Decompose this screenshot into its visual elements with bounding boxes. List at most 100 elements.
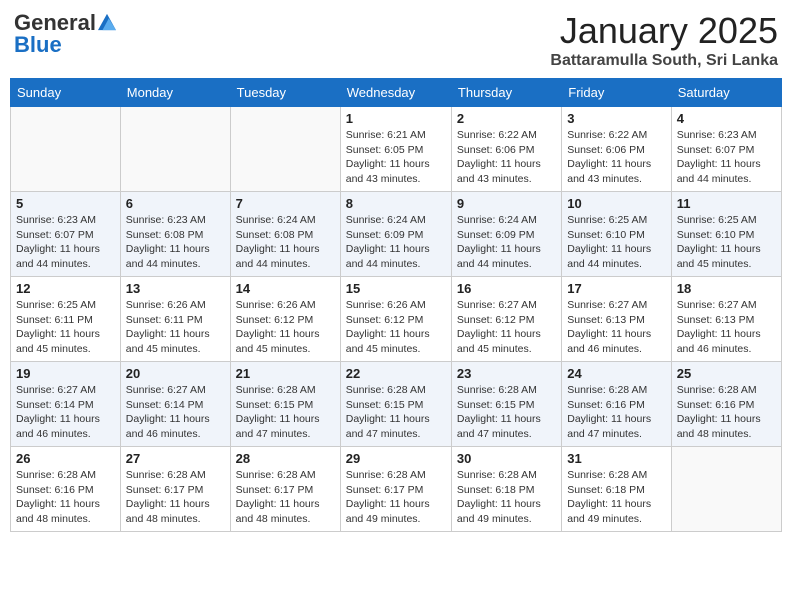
weekday-header-row: SundayMondayTuesdayWednesdayThursdayFrid… <box>11 79 782 107</box>
day-info: Sunrise: 6:27 AMSunset: 6:12 PMDaylight:… <box>457 298 556 357</box>
calendar-cell: 6 Sunrise: 6:23 AMSunset: 6:08 PMDaylight… <box>120 192 230 277</box>
calendar-cell: 19 Sunrise: 6:27 AMSunset: 6:14 PMDayligh… <box>11 362 121 447</box>
day-number: 31 <box>567 451 665 466</box>
day-number: 1 <box>346 111 446 126</box>
day-number: 28 <box>236 451 335 466</box>
calendar-cell: 26 Sunrise: 6:28 AMSunset: 6:16 PMDayligh… <box>11 447 121 532</box>
calendar-week-row: 12 Sunrise: 6:25 AMSunset: 6:11 PMDayligh… <box>11 277 782 362</box>
calendar-cell: 5 Sunrise: 6:23 AMSunset: 6:07 PMDaylight… <box>11 192 121 277</box>
day-info: Sunrise: 6:28 AMSunset: 6:17 PMDaylight:… <box>346 468 446 527</box>
day-number: 8 <box>346 196 446 211</box>
calendar-cell: 7 Sunrise: 6:24 AMSunset: 6:08 PMDaylight… <box>230 192 340 277</box>
calendar-cell: 23 Sunrise: 6:28 AMSunset: 6:15 PMDayligh… <box>451 362 561 447</box>
location-title: Battaramulla South, Sri Lanka <box>550 52 778 70</box>
logo: General Blue <box>14 10 116 58</box>
calendar-cell: 25Sunrise: 6:28 AMSunset: 6:16 PMDayligh… <box>671 362 781 447</box>
calendar-cell: 14 Sunrise: 6:26 AMSunset: 6:12 PMDayligh… <box>230 277 340 362</box>
day-number: 29 <box>346 451 446 466</box>
calendar-cell: 18 Sunrise: 6:27 AMSunset: 6:13 PMDayligh… <box>671 277 781 362</box>
day-info: Sunrise: 6:25 AMSunset: 6:11 PMDaylight:… <box>16 298 115 357</box>
day-number: 13 <box>126 281 225 296</box>
day-info: Sunrise: 6:24 AMSunset: 6:08 PMDaylight:… <box>236 213 335 272</box>
day-info: Sunrise: 6:23 AMSunset: 6:07 PMDaylight:… <box>16 213 115 272</box>
weekday-header-saturday: Saturday <box>671 79 781 107</box>
calendar-week-row: 19 Sunrise: 6:27 AMSunset: 6:14 PMDayligh… <box>11 362 782 447</box>
calendar-cell: 13 Sunrise: 6:26 AMSunset: 6:11 PMDayligh… <box>120 277 230 362</box>
calendar-week-row: 1Sunrise: 6:21 AMSunset: 6:05 PMDaylight… <box>11 107 782 192</box>
day-number: 17 <box>567 281 665 296</box>
day-number: 22 <box>346 366 446 381</box>
calendar-cell: 9 Sunrise: 6:24 AMSunset: 6:09 PMDaylight… <box>451 192 561 277</box>
day-number: 7 <box>236 196 335 211</box>
day-info: Sunrise: 6:28 AMSunset: 6:16 PMDaylight:… <box>567 383 665 442</box>
day-number: 26 <box>16 451 115 466</box>
day-info: Sunrise: 6:27 AMSunset: 6:14 PMDaylight:… <box>16 383 115 442</box>
calendar-cell: 10Sunrise: 6:25 AMSunset: 6:10 PMDayligh… <box>562 192 671 277</box>
day-info: Sunrise: 6:27 AMSunset: 6:14 PMDaylight:… <box>126 383 225 442</box>
calendar-cell: 27Sunrise: 6:28 AMSunset: 6:17 PMDayligh… <box>120 447 230 532</box>
day-number: 24 <box>567 366 665 381</box>
day-info: Sunrise: 6:22 AMSunset: 6:06 PMDaylight:… <box>567 128 665 187</box>
calendar-table: SundayMondayTuesdayWednesdayThursdayFrid… <box>10 78 782 532</box>
day-number: 30 <box>457 451 556 466</box>
day-info: Sunrise: 6:27 AMSunset: 6:13 PMDaylight:… <box>677 298 776 357</box>
page-header: General Blue January 2025 Battaramulla S… <box>10 10 782 70</box>
day-number: 16 <box>457 281 556 296</box>
day-number: 23 <box>457 366 556 381</box>
weekday-header-friday: Friday <box>562 79 671 107</box>
calendar-cell <box>671 447 781 532</box>
day-info: Sunrise: 6:28 AMSunset: 6:16 PMDaylight:… <box>16 468 115 527</box>
logo-blue-text: Blue <box>14 32 62 58</box>
day-info: Sunrise: 6:28 AMSunset: 6:15 PMDaylight:… <box>236 383 335 442</box>
weekday-header-sunday: Sunday <box>11 79 121 107</box>
calendar-cell: 4 Sunrise: 6:23 AMSunset: 6:07 PMDaylight… <box>671 107 781 192</box>
logo-icon <box>98 13 116 31</box>
day-info: Sunrise: 6:28 AMSunset: 6:18 PMDaylight:… <box>457 468 556 527</box>
weekday-header-tuesday: Tuesday <box>230 79 340 107</box>
day-info: Sunrise: 6:26 AMSunset: 6:12 PMDaylight:… <box>236 298 335 357</box>
calendar-cell <box>120 107 230 192</box>
day-info: Sunrise: 6:23 AMSunset: 6:08 PMDaylight:… <box>126 213 225 272</box>
day-number: 25 <box>677 366 776 381</box>
day-info: Sunrise: 6:26 AMSunset: 6:12 PMDaylight:… <box>346 298 446 357</box>
calendar-cell: 15 Sunrise: 6:26 AMSunset: 6:12 PMDayligh… <box>340 277 451 362</box>
day-info: Sunrise: 6:26 AMSunset: 6:11 PMDaylight:… <box>126 298 225 357</box>
calendar-cell: 20 Sunrise: 6:27 AMSunset: 6:14 PMDayligh… <box>120 362 230 447</box>
day-number: 20 <box>126 366 225 381</box>
calendar-cell: 21Sunrise: 6:28 AMSunset: 6:15 PMDayligh… <box>230 362 340 447</box>
calendar-cell <box>230 107 340 192</box>
title-block: January 2025 Battaramulla South, Sri Lan… <box>550 10 778 70</box>
day-info: Sunrise: 6:28 AMSunset: 6:17 PMDaylight:… <box>236 468 335 527</box>
day-number: 18 <box>677 281 776 296</box>
day-number: 14 <box>236 281 335 296</box>
calendar-week-row: 26 Sunrise: 6:28 AMSunset: 6:16 PMDayligh… <box>11 447 782 532</box>
day-info: Sunrise: 6:28 AMSunset: 6:18 PMDaylight:… <box>567 468 665 527</box>
calendar-cell: 8 Sunrise: 6:24 AMSunset: 6:09 PMDaylight… <box>340 192 451 277</box>
day-number: 19 <box>16 366 115 381</box>
day-info: Sunrise: 6:22 AMSunset: 6:06 PMDaylight:… <box>457 128 556 187</box>
day-number: 15 <box>346 281 446 296</box>
day-number: 12 <box>16 281 115 296</box>
calendar-cell: 12 Sunrise: 6:25 AMSunset: 6:11 PMDayligh… <box>11 277 121 362</box>
day-number: 6 <box>126 196 225 211</box>
calendar-cell <box>11 107 121 192</box>
day-number: 9 <box>457 196 556 211</box>
day-info: Sunrise: 6:25 AMSunset: 6:10 PMDaylight:… <box>567 213 665 272</box>
calendar-cell: 11Sunrise: 6:25 AMSunset: 6:10 PMDayligh… <box>671 192 781 277</box>
calendar-cell: 24 Sunrise: 6:28 AMSunset: 6:16 PMDayligh… <box>562 362 671 447</box>
calendar-cell: 29 Sunrise: 6:28 AMSunset: 6:17 PMDayligh… <box>340 447 451 532</box>
weekday-header-thursday: Thursday <box>451 79 561 107</box>
calendar-cell: 1Sunrise: 6:21 AMSunset: 6:05 PMDaylight… <box>340 107 451 192</box>
day-info: Sunrise: 6:24 AMSunset: 6:09 PMDaylight:… <box>457 213 556 272</box>
day-info: Sunrise: 6:28 AMSunset: 6:15 PMDaylight:… <box>346 383 446 442</box>
day-info: Sunrise: 6:28 AMSunset: 6:15 PMDaylight:… <box>457 383 556 442</box>
day-number: 3 <box>567 111 665 126</box>
day-number: 5 <box>16 196 115 211</box>
day-info: Sunrise: 6:28 AMSunset: 6:17 PMDaylight:… <box>126 468 225 527</box>
day-number: 4 <box>677 111 776 126</box>
day-info: Sunrise: 6:23 AMSunset: 6:07 PMDaylight:… <box>677 128 776 187</box>
calendar-cell: 16 Sunrise: 6:27 AMSunset: 6:12 PMDayligh… <box>451 277 561 362</box>
calendar-cell: 3 Sunrise: 6:22 AMSunset: 6:06 PMDaylight… <box>562 107 671 192</box>
day-info: Sunrise: 6:24 AMSunset: 6:09 PMDaylight:… <box>346 213 446 272</box>
day-number: 11 <box>677 196 776 211</box>
